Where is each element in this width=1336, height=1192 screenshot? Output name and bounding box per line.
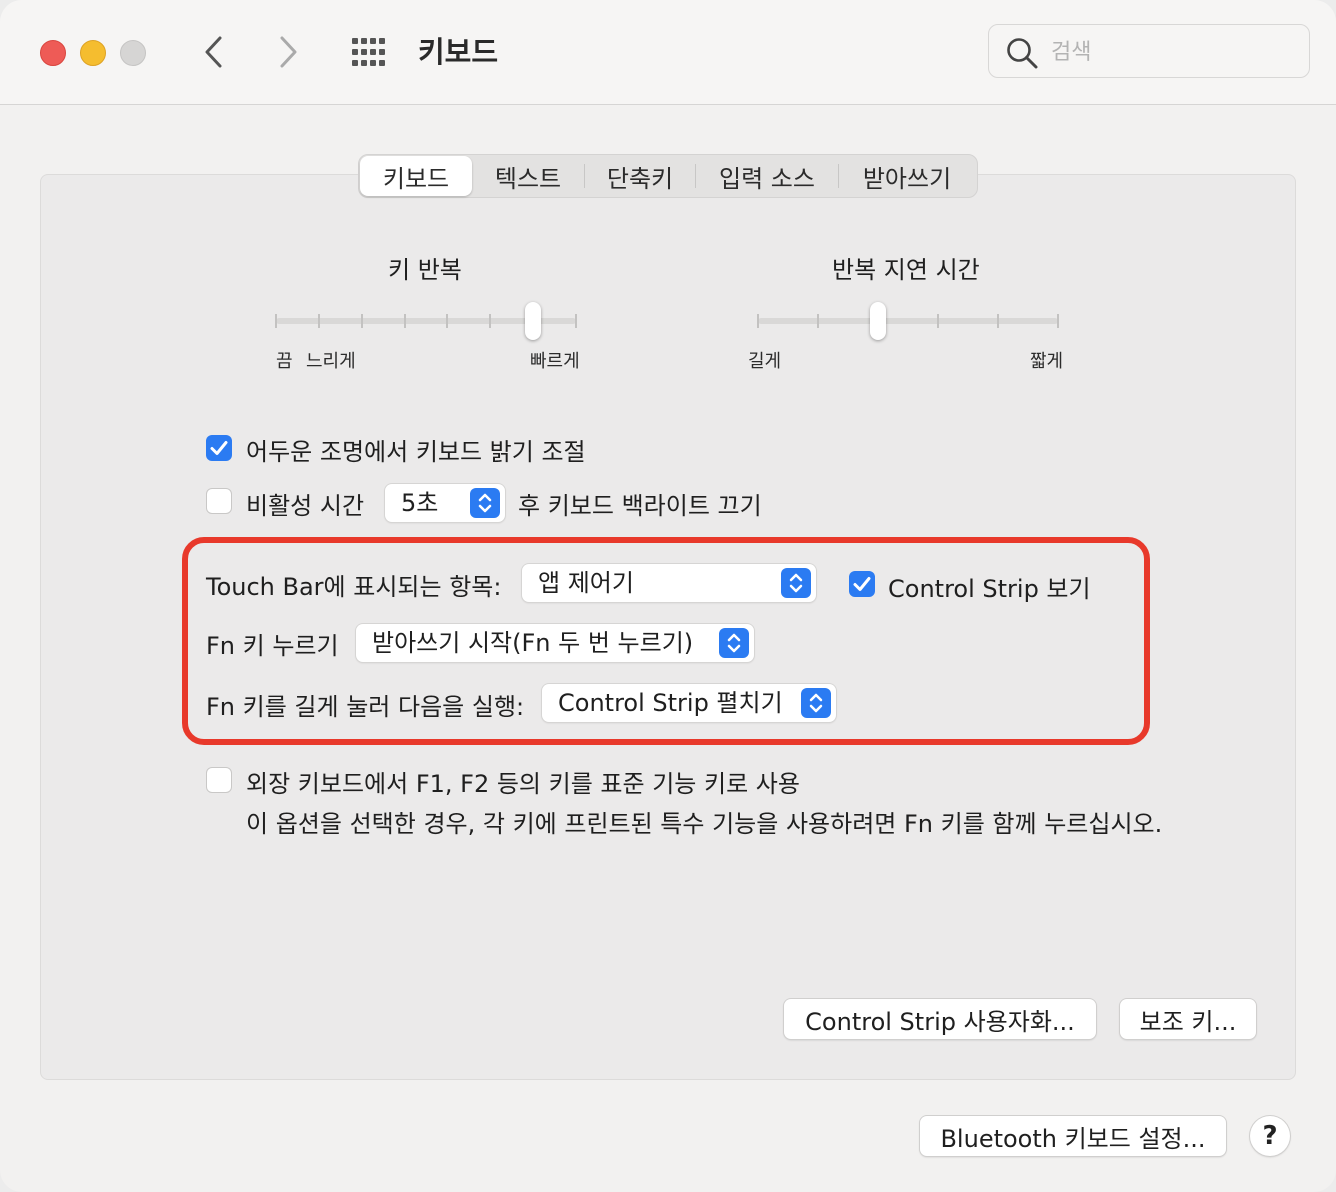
zoom-window-button[interactable]	[120, 40, 146, 66]
search-field[interactable]	[988, 24, 1310, 78]
fn-hold-popup[interactable]: Control Strip 펼치기	[542, 684, 836, 722]
key-repeat-slow-label: 느리게	[306, 351, 356, 372]
checkmark-icon	[210, 441, 228, 455]
search-icon	[1007, 38, 1038, 69]
tab-label: 입력 소스	[719, 164, 815, 193]
repeat-delay-long-label: 길게	[748, 351, 782, 372]
inactivity-time-popup[interactable]: 5초	[385, 484, 505, 522]
tab-label: 텍스트	[494, 164, 562, 193]
backlight-off-checkbox[interactable]	[206, 488, 232, 514]
help-button[interactable]: ?	[1250, 1116, 1290, 1156]
slider-tick	[275, 314, 277, 328]
standard-function-keys-label: 외장 키보드에서 F1, F2 등의 키를 표준 기능 키로 사용	[246, 770, 800, 798]
grid-icon	[352, 38, 385, 66]
slider-tick	[937, 314, 939, 328]
tab-input-sources[interactable]: 입력 소스	[696, 156, 838, 196]
slider-tick	[403, 314, 406, 328]
chevron-right-icon	[280, 36, 297, 68]
stepper-icon	[719, 628, 749, 658]
minimize-window-button[interactable]	[80, 40, 106, 66]
close-window-button[interactable]	[40, 40, 66, 66]
stepper-icon	[470, 488, 500, 518]
customize-control-strip-button[interactable]: Control Strip 사용자화...	[784, 999, 1096, 1039]
tab-dictation[interactable]: 받아쓰기	[839, 156, 975, 196]
search-input[interactable]	[1049, 35, 1293, 69]
tab-label: 키보드	[382, 164, 450, 193]
repeat-delay-title: 반복 지연 시간	[832, 256, 980, 284]
tab-label: 단축키	[606, 164, 674, 193]
slider-tick	[575, 314, 577, 328]
slider-tick	[317, 314, 320, 328]
touch-bar-shows-label: Touch Bar에 표시되는 항목:	[206, 573, 502, 601]
standard-function-keys-description: 이 옵션을 선택한 경우, 각 키에 프린트된 특수 기능을 사용하려면 Fn …	[246, 810, 1163, 838]
preferences-window: 키보드 키보드 텍스트 단축키 입력 소스 받아쓰기 키 반복 끔 느리게 빠르…	[0, 0, 1336, 1192]
stepper-icon	[801, 688, 831, 718]
repeat-delay-short-label: 짧게	[1030, 351, 1064, 372]
chevron-left-icon	[205, 36, 222, 68]
slider-tick	[997, 314, 999, 328]
fn-press-popup[interactable]: 받아쓰기 시작(Fn 두 번 누르기)	[356, 624, 754, 662]
bluetooth-keyboard-setup-button[interactable]: Bluetooth 키보드 설정...	[920, 1116, 1226, 1156]
forward-button[interactable]	[268, 30, 308, 74]
backlight-off-suffix: 후 키보드 백라이트 끄기	[518, 492, 762, 520]
slider-knob[interactable]	[525, 302, 542, 340]
backlight-off-prefix: 비활성 시간	[246, 492, 365, 520]
tab-label: 받아쓰기	[862, 164, 952, 193]
adjust-brightness-checkbox[interactable]	[206, 435, 232, 461]
touch-bar-shows-popup[interactable]: 앱 제어기	[522, 564, 816, 602]
window-title: 키보드	[418, 35, 499, 69]
standard-function-keys-checkbox[interactable]	[206, 767, 232, 793]
repeat-delay-slider[interactable]	[752, 300, 1064, 344]
popup-value: 받아쓰기 시작(Fn 두 번 누르기)	[372, 629, 694, 657]
slider-tick	[489, 314, 492, 328]
fn-hold-label: Fn 키를 길게 눌러 다음을 실행:	[206, 693, 525, 721]
stepper-icon	[781, 568, 811, 598]
popup-value: Control Strip 펼치기	[558, 689, 783, 717]
slider-tick	[757, 314, 759, 328]
slider-knob[interactable]	[870, 302, 886, 340]
tab-text[interactable]: 텍스트	[472, 156, 584, 196]
popup-value: 5초	[401, 489, 439, 517]
show-control-strip-checkbox[interactable]	[849, 571, 875, 597]
slider-tick	[1057, 314, 1059, 328]
fn-press-label: Fn 키 누르기	[206, 632, 339, 660]
show-control-strip-label: Control Strip 보기	[888, 575, 1091, 603]
slider-tick	[446, 314, 449, 328]
key-repeat-title: 키 반복	[388, 256, 462, 284]
show-all-button[interactable]	[348, 34, 392, 70]
key-repeat-off-label: 끔	[276, 351, 293, 372]
slider-track	[758, 318, 1058, 324]
tab-bar: 키보드 텍스트 단축키 입력 소스 받아쓰기	[358, 154, 978, 198]
tab-shortcuts[interactable]: 단축키	[585, 156, 695, 196]
modifier-keys-button[interactable]: 보조 키...	[1120, 999, 1256, 1039]
key-repeat-slider[interactable]	[270, 300, 582, 344]
adjust-brightness-label: 어두운 조명에서 키보드 밝기 조절	[246, 438, 586, 466]
slider-tick	[817, 314, 819, 328]
tab-keyboard[interactable]: 키보드	[360, 156, 472, 196]
slider-tick	[360, 314, 363, 328]
title-bar: 키보드	[0, 0, 1336, 105]
checkmark-icon	[853, 577, 871, 591]
back-button[interactable]	[194, 30, 234, 74]
key-repeat-fast-label: 빠르게	[530, 351, 580, 372]
popup-value: 앱 제어기	[538, 569, 634, 597]
